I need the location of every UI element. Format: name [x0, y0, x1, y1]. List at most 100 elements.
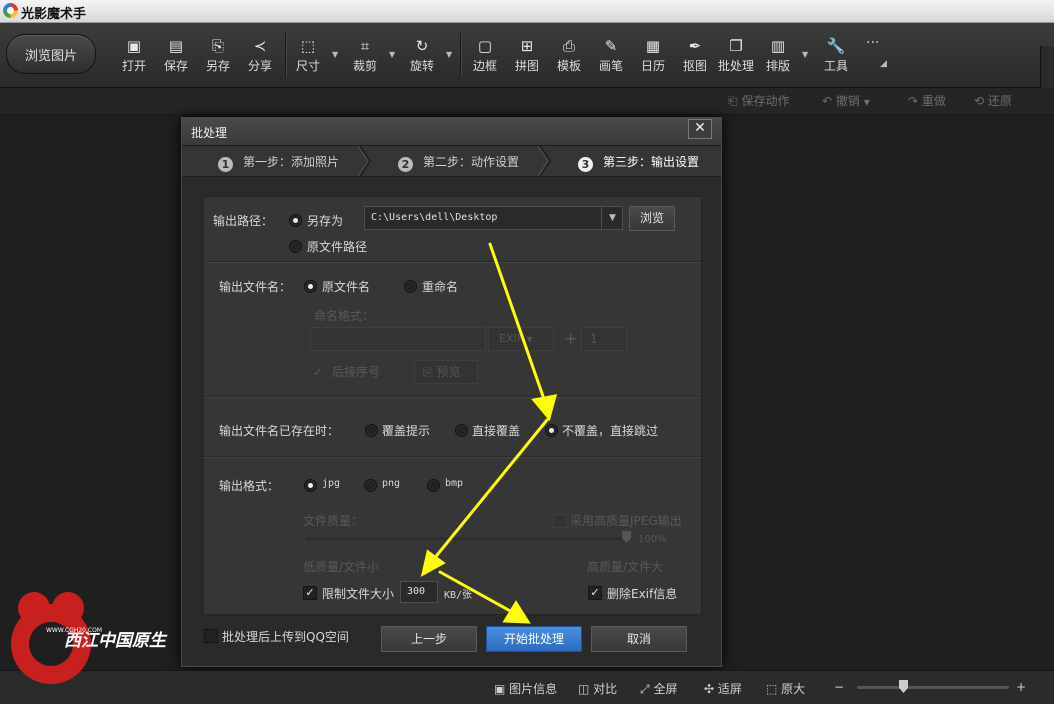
- overwrite-radio[interactable]: [455, 424, 468, 437]
- app-title: 光影魔术手: [21, 7, 87, 22]
- cancel-button[interactable]: 取消: [591, 626, 687, 652]
- rename-radio[interactable]: [404, 280, 417, 293]
- skip-existing-label: 不覆盖，直接跳过: [562, 424, 659, 438]
- naming-format-input: [310, 327, 486, 351]
- image-info-button[interactable]: ▣ 图片信息: [494, 680, 557, 697]
- original-size-button[interactable]: ⬚ 原大: [766, 680, 805, 697]
- more-tools-button[interactable]: ···: [866, 35, 879, 51]
- fullscreen-icon: ⤢: [640, 682, 650, 696]
- size-limit-input[interactable]: 300: [400, 581, 438, 603]
- save-as-label: 另存为: [307, 214, 344, 228]
- brush-button[interactable]: ✎ 画笔: [591, 37, 631, 77]
- crop-button[interactable]: ⌗ 裁剪: [345, 37, 385, 77]
- png-radio[interactable]: [364, 479, 377, 492]
- save-action-button[interactable]: ⎗ 保存动作: [728, 92, 789, 109]
- restore-button[interactable]: ⟲ 还原: [974, 92, 1012, 109]
- zoom-in-button[interactable]: +: [1016, 680, 1026, 694]
- batch-button[interactable]: ❐ 批处理: [716, 37, 756, 77]
- fit-screen-button[interactable]: ✣ 适屏: [704, 680, 742, 697]
- expand-toolbar-icon[interactable]: ◢: [880, 59, 887, 69]
- output-format-label: 输出格式：: [219, 479, 280, 493]
- tools-button[interactable]: 🔧 工具: [816, 37, 856, 77]
- rename-label: 重命名: [422, 280, 459, 294]
- append-seq-label: 后接序号: [332, 365, 381, 379]
- add-format-icon: +: [564, 329, 578, 348]
- limit-size-checkbox[interactable]: ✓: [303, 586, 317, 600]
- wrench-icon: 🔧: [826, 37, 846, 55]
- redo-button[interactable]: ↷ 重做: [908, 92, 946, 109]
- bmp-radio[interactable]: [427, 479, 440, 492]
- share-button[interactable]: ≺ 分享: [240, 37, 280, 77]
- browse-images-button[interactable]: 浏览图片: [6, 34, 96, 74]
- zoom-slider-handle[interactable]: [899, 680, 908, 693]
- exif-dropdown-icon: ▼: [526, 335, 533, 344]
- save-as-icon: ⎘: [211, 37, 224, 55]
- skip-existing-radio[interactable]: [545, 424, 558, 437]
- save-as-button[interactable]: ⎘ 另存: [198, 37, 238, 77]
- original-path-radio[interactable]: [289, 240, 302, 253]
- hq-jpeg-label: 采用高质量JPEG输出: [570, 514, 682, 528]
- rotate-icon: ↻: [415, 37, 429, 55]
- cutout-button[interactable]: ✒ 抠图: [675, 37, 715, 77]
- step-separator-icon: [358, 146, 372, 176]
- rotate-dropdown-icon[interactable]: ▼: [446, 50, 452, 59]
- collage-button[interactable]: ⊞ 拼图: [507, 37, 547, 77]
- rotate-button[interactable]: ↻ 旋转: [402, 37, 442, 77]
- zoom-slider[interactable]: [857, 686, 1009, 689]
- step-1[interactable]: 1 第一步：添加照片: [218, 153, 339, 172]
- prev-step-button[interactable]: 上一步: [381, 626, 477, 652]
- divider: [204, 261, 701, 262]
- calendar-button[interactable]: ▦ 日历: [633, 37, 673, 77]
- zoom-out-button[interactable]: −: [834, 680, 844, 694]
- quality-label: 文件质量：: [303, 514, 364, 528]
- close-icon[interactable]: ✕: [688, 119, 712, 139]
- watermark-logo: WWW.CGH20.COM 西江中国原生: [11, 592, 168, 684]
- append-seq-check-icon: ✓: [313, 365, 324, 379]
- output-path-input[interactable]: C:\Users\dell\Desktop: [364, 206, 623, 230]
- naming-format-label: 命名格式：: [314, 309, 375, 323]
- path-dropdown-icon[interactable]: ▼: [601, 207, 623, 229]
- remove-exif-checkbox[interactable]: ✓: [588, 586, 602, 600]
- output-filename-label: 输出文件名：: [219, 280, 292, 294]
- frame-icon: ▢: [477, 37, 493, 55]
- preview-button: ⎘ 预览: [414, 360, 478, 384]
- resize-button[interactable]: ⬚ 尺寸: [288, 37, 328, 77]
- save-action-icon: ⎗: [728, 94, 738, 108]
- fullscreen-button[interactable]: ⤢ 全屏: [640, 680, 677, 697]
- toolbar-divider: [285, 33, 286, 77]
- frame-button[interactable]: ▢ 边框: [465, 37, 505, 77]
- main-toolbar: 浏览图片 ▣ 打开 ▤ 保存 ⎘ 另存 ≺ 分享 ⬚ 尺寸 ▼ ⌗ 裁剪 ▼ ↻ 旋转 ▼ ▢…: [0, 23, 1054, 110]
- overwrite-label: 直接覆盖: [472, 424, 521, 438]
- jpg-radio[interactable]: [304, 479, 317, 492]
- restore-icon: ⟲: [974, 94, 985, 108]
- original-size-icon: ⬚: [766, 682, 778, 696]
- undo-button[interactable]: ↶ 撤销 ▼: [822, 92, 870, 109]
- save-button[interactable]: ▤ 保存: [156, 37, 196, 77]
- output-path-label: 输出路径：: [213, 214, 274, 228]
- open-button[interactable]: ▣ 打开: [114, 37, 154, 77]
- output-settings-panel: 输出路径： 另存为 C:\Users\dell\Desktop ▼ 浏览 原文件…: [203, 196, 702, 615]
- redo-icon: ↷: [908, 94, 919, 108]
- undo-icon: ↶: [822, 94, 833, 108]
- original-name-radio[interactable]: [304, 280, 317, 293]
- layout-dropdown-icon[interactable]: ▼: [802, 50, 808, 59]
- template-button[interactable]: ⎙ 模板: [549, 37, 589, 77]
- preview-icon: ⎘: [423, 365, 433, 379]
- toolbar-divider: [460, 33, 461, 77]
- batch-icon: ❐: [729, 37, 743, 55]
- compare-button[interactable]: ◫ 对比: [578, 680, 617, 697]
- overwrite-prompt-radio[interactable]: [365, 424, 378, 437]
- save-as-radio[interactable]: [289, 214, 302, 227]
- start-batch-button[interactable]: 开始批处理: [486, 626, 582, 652]
- step-3[interactable]: 3 第三步：输出设置: [578, 153, 699, 172]
- batch-dialog: 批处理 ✕ 1 第一步：添加照片 2 第二步：动作设置 3 第三步：输出设置 输出路径…: [181, 117, 722, 667]
- fit-screen-icon: ✣: [704, 682, 715, 696]
- exists-label: 输出文件名已存在时：: [219, 424, 340, 438]
- upload-qzone-checkbox[interactable]: [204, 629, 218, 643]
- crop-dropdown-icon[interactable]: ▼: [389, 50, 395, 59]
- resize-dropdown-icon[interactable]: ▼: [332, 50, 338, 59]
- step-2[interactable]: 2 第二步：动作设置: [398, 153, 519, 172]
- browse-path-button[interactable]: 浏览: [629, 206, 675, 231]
- quality-slider-handle: [622, 531, 631, 543]
- layout-button[interactable]: ▥ 排版: [758, 37, 798, 77]
